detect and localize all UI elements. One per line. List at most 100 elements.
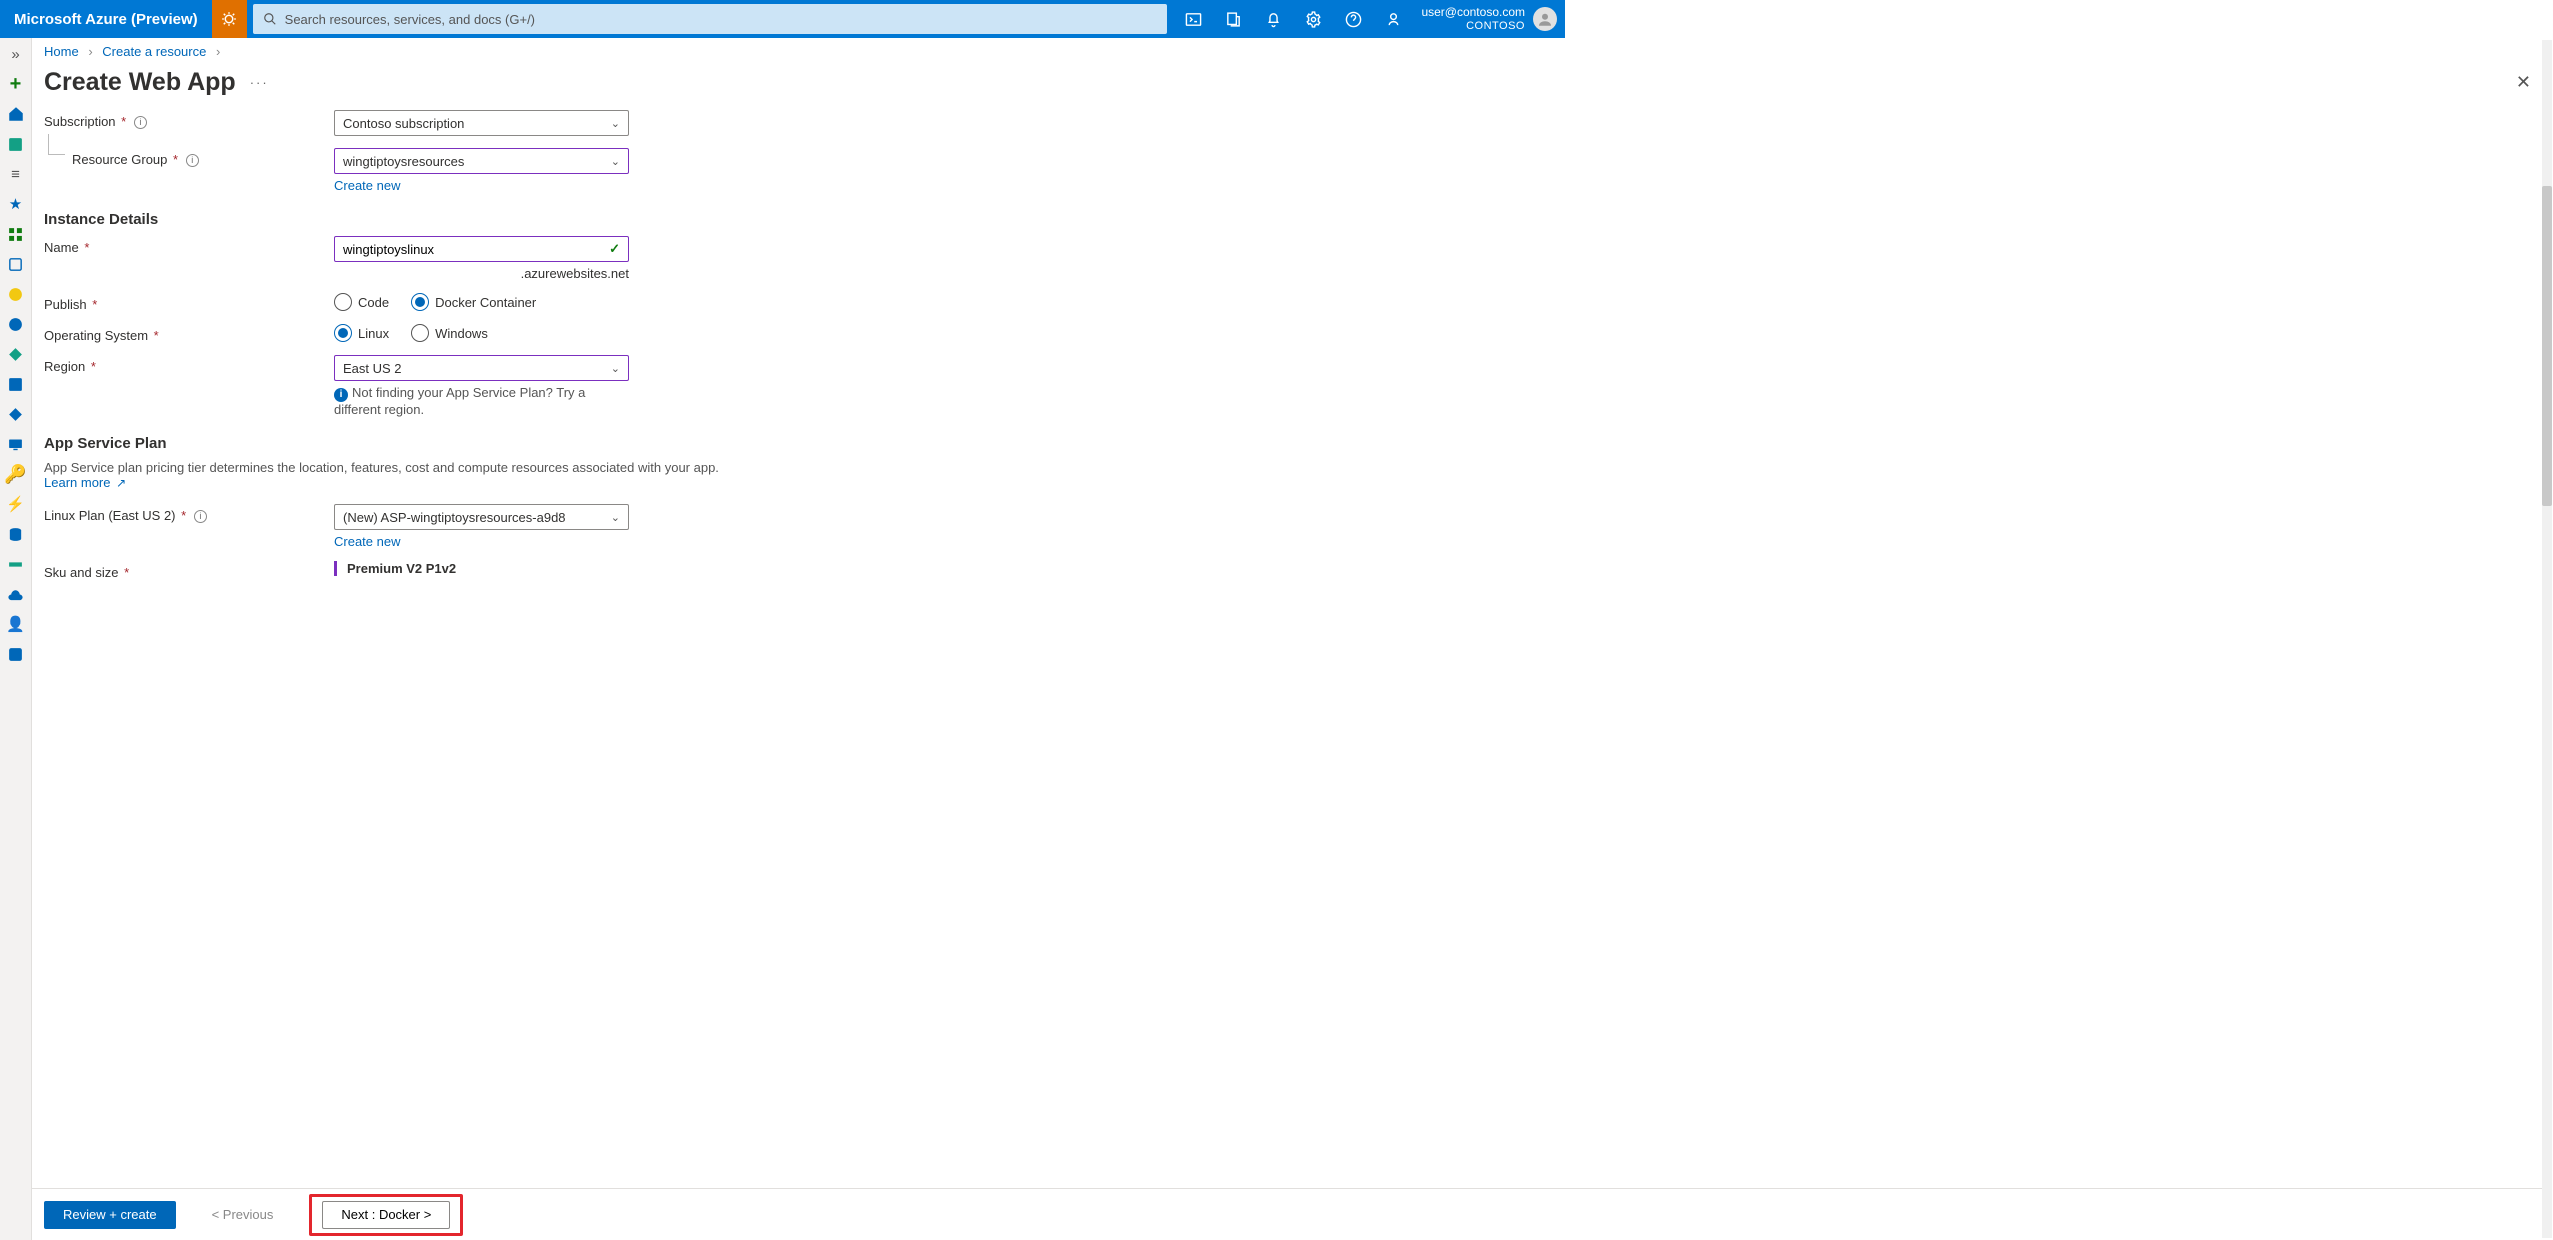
brand: Microsoft Azure (Preview) xyxy=(0,11,212,28)
all-resources-icon[interactable] xyxy=(6,224,26,244)
info-icon[interactable]: i xyxy=(134,116,147,129)
search-input[interactable] xyxy=(285,12,1158,27)
plan-description: App Service plan pricing tier determines… xyxy=(44,460,744,490)
azure-ad-icon[interactable] xyxy=(6,584,26,604)
top-bar: Microsoft Azure (Preview) user@contoso.c… xyxy=(0,0,1565,38)
region-select[interactable]: East US 2 ⌄ xyxy=(334,355,629,381)
dashboard-icon[interactable] xyxy=(6,134,26,154)
avatar-icon xyxy=(1533,7,1557,31)
instance-details-header: Instance Details xyxy=(44,211,2531,228)
form-content: Subscription * i Contoso subscription ⌄ … xyxy=(32,110,2543,1188)
all-services-icon[interactable]: ≡ xyxy=(6,164,26,184)
notifications-icon[interactable] xyxy=(1253,0,1293,38)
function-apps-icon[interactable] xyxy=(6,344,26,364)
radio-icon xyxy=(334,293,352,311)
advisor-icon[interactable] xyxy=(6,644,26,664)
required-icon: * xyxy=(92,297,97,312)
required-icon: * xyxy=(91,359,96,374)
next-docker-button[interactable]: Next : Docker > xyxy=(322,1201,450,1229)
create-resource-icon[interactable]: + xyxy=(6,74,26,94)
publish-label: Publish xyxy=(44,297,87,312)
scrollbar-thumb[interactable] xyxy=(2542,186,2552,506)
publish-docker-radio[interactable]: Docker Container xyxy=(411,293,536,311)
domain-suffix: .azurewebsites.net xyxy=(334,266,629,281)
external-link-icon: ↗ xyxy=(116,476,126,490)
load-balancers-icon[interactable]: 🔑 xyxy=(6,464,26,484)
info-icon[interactable]: i xyxy=(194,510,207,523)
global-search[interactable] xyxy=(253,4,1168,34)
chevron-down-icon: ⌄ xyxy=(611,117,620,130)
region-hint: Not finding your App Service Plan? Try a… xyxy=(334,385,585,417)
page-header: Create Web App ··· xyxy=(32,68,2553,97)
search-icon xyxy=(263,12,277,26)
left-rail: » + ≡ ★ 🔑 ⚡ 👤 xyxy=(0,38,32,1240)
settings-icon[interactable] xyxy=(1293,0,1333,38)
storage-accounts-icon[interactable]: ⚡ xyxy=(6,494,26,514)
app-service-plan-header: App Service Plan xyxy=(44,435,2531,452)
chevron-right-icon: › xyxy=(88,44,92,59)
info-icon[interactable]: i xyxy=(186,154,199,167)
app-name-input[interactable] xyxy=(343,242,609,257)
next-button-highlight: Next : Docker > xyxy=(309,1194,463,1236)
resource-group-label: Resource Group xyxy=(72,152,167,167)
breadcrumb: Home › Create a resource › xyxy=(32,38,2553,64)
previous-button: < Previous xyxy=(194,1201,292,1229)
virtual-networks-icon[interactable] xyxy=(6,554,26,574)
radio-selected-icon xyxy=(334,324,352,342)
more-actions-icon[interactable]: ··· xyxy=(250,75,269,90)
help-icon[interactable] xyxy=(1333,0,1373,38)
subscription-select[interactable]: Contoso subscription ⌄ xyxy=(334,110,629,136)
publish-code-radio[interactable]: Code xyxy=(334,293,389,311)
required-icon: * xyxy=(181,508,186,523)
required-icon: * xyxy=(154,328,159,343)
app-name-input-wrapper: ✓ xyxy=(334,236,629,262)
cloud-shell-icon[interactable] xyxy=(1173,0,1213,38)
info-icon: i xyxy=(334,388,348,402)
required-icon: * xyxy=(121,114,126,129)
app-services-icon[interactable] xyxy=(6,314,26,334)
top-icons xyxy=(1173,0,1413,38)
os-linux-radio[interactable]: Linux xyxy=(334,324,389,342)
chevron-down-icon: ⌄ xyxy=(611,511,620,524)
account-tenant: CONTOSO xyxy=(1421,19,1525,33)
favorites-icon[interactable]: ★ xyxy=(6,194,26,214)
resource-groups-icon[interactable] xyxy=(6,254,26,274)
chevron-down-icon: ⌄ xyxy=(611,362,620,375)
os-windows-radio[interactable]: Windows xyxy=(411,324,488,342)
learn-more-link[interactable]: Learn more ↗ xyxy=(44,475,126,490)
feedback-icon[interactable] xyxy=(1373,0,1413,38)
subscription-value: Contoso subscription xyxy=(343,116,464,131)
virtual-machines-icon[interactable] xyxy=(6,434,26,454)
sku-value: Premium V2 P1v2 xyxy=(347,561,629,576)
monitor-icon[interactable]: 👤 xyxy=(6,614,26,634)
required-icon: * xyxy=(84,240,89,255)
sql-server-icon[interactable] xyxy=(6,524,26,544)
cosmos-db-icon[interactable] xyxy=(6,404,26,424)
directory-filter-icon[interactable] xyxy=(1213,0,1253,38)
account-menu[interactable]: user@contoso.com CONTOSO xyxy=(1413,5,1565,33)
resource-group-select[interactable]: wingtiptoysresources ⌄ xyxy=(334,148,629,174)
valid-check-icon: ✓ xyxy=(609,241,620,257)
review-create-button[interactable]: Review + create xyxy=(44,1201,176,1229)
quickstart-icon[interactable] xyxy=(6,284,26,304)
required-icon: * xyxy=(124,565,129,580)
create-new-rg-link[interactable]: Create new xyxy=(334,178,629,193)
create-new-plan-link[interactable]: Create new xyxy=(334,534,629,549)
chevron-down-icon: ⌄ xyxy=(611,155,620,168)
home-icon[interactable] xyxy=(6,104,26,124)
region-value: East US 2 xyxy=(343,361,402,376)
sql-databases-icon[interactable] xyxy=(6,374,26,394)
close-blade-icon[interactable]: ✕ xyxy=(2516,72,2531,93)
account-email: user@contoso.com xyxy=(1421,5,1525,19)
wizard-footer: Review + create < Previous Next : Docker… xyxy=(32,1188,2543,1240)
vertical-scrollbar[interactable] xyxy=(2542,40,2552,1238)
expand-menu-icon[interactable]: » xyxy=(6,44,26,64)
name-label: Name xyxy=(44,240,79,255)
preview-bug-icon[interactable] xyxy=(212,0,247,38)
subscription-label: Subscription xyxy=(44,114,116,129)
breadcrumb-create-resource[interactable]: Create a resource xyxy=(102,44,206,59)
linux-plan-label: Linux Plan (East US 2) xyxy=(44,508,176,523)
chevron-right-icon: › xyxy=(216,44,220,59)
linux-plan-select[interactable]: (New) ASP-wingtiptoysresources-a9d8 ⌄ xyxy=(334,504,629,530)
breadcrumb-home[interactable]: Home xyxy=(44,44,79,59)
